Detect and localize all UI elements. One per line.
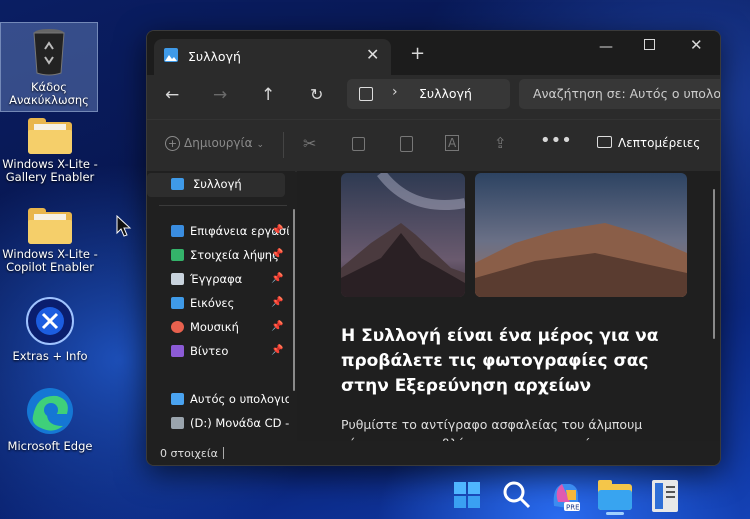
mountain-photo-night (341, 173, 465, 297)
desktop-icon-gallery-enabler[interactable]: Windows X-Lite - Gallery Enabler (0, 118, 100, 184)
sidebar-item-label: Συλλογή (193, 177, 242, 191)
sidebar-item-label: Μουσική (190, 320, 239, 334)
sidebar-item-label: Στοιχεία λήψης (190, 248, 279, 262)
up-arrow-icon[interactable]: ↑ (261, 85, 275, 105)
command-bar: + Δημιουργία ⌄ ✂ A ⇪ ••• Λεπτομέρειες (147, 119, 720, 172)
sidebar-item-label: Βίντεο (190, 344, 229, 358)
desktop-icon-label: Extras + Info (12, 349, 88, 363)
tab-title: Συλλογή (188, 49, 241, 64)
chevron-down-icon: ⌄ (256, 140, 265, 150)
desktop-icon-recycle-bin[interactable]: Κάδος Ανακύκλωσης (0, 22, 98, 112)
desktop-icon-extras[interactable]: Extras + Info (0, 296, 100, 363)
divider (283, 132, 284, 158)
download-icon (171, 249, 184, 261)
copilot-icon[interactable]: PRE (550, 480, 582, 516)
new-button[interactable]: + Δημιουργία ⌄ (165, 136, 264, 151)
start-icon[interactable] (454, 482, 480, 512)
file-explorer-window: Συλλογή ✕ + — ✕ ← → ↑ ↻ › Συλλογή Αναζήτ… (146, 30, 721, 466)
item-count: 0 στοιχεία (160, 447, 218, 460)
file-explorer-taskbar-icon[interactable] (598, 480, 632, 515)
extras-icon (25, 296, 75, 346)
video-icon (171, 345, 184, 357)
forward-arrow-icon[interactable]: → (213, 85, 227, 105)
gallery-description: Ρυθμίστε το αντίγραφο ασφαλείας του άλμπ… (341, 417, 643, 441)
more-options-icon[interactable]: ••• (540, 130, 572, 151)
details-label: Λεπτομέρειες (618, 136, 701, 150)
gallery-icon (164, 48, 178, 62)
music-icon (171, 321, 184, 333)
details-button[interactable]: Λεπτομέρειες (597, 136, 700, 150)
gallery-icon (171, 178, 184, 190)
address-text: Συλλογή (419, 86, 472, 101)
pin-icon: 📌 (271, 345, 284, 356)
navigation-bar: ← → ↑ ↻ › Συλλογή Αναζήτηση σε: Αυτός ο … (147, 75, 720, 119)
edge-icon (25, 386, 75, 436)
details-pane-icon (597, 136, 612, 148)
chevron-right-icon: › (392, 84, 398, 100)
share-icon[interactable]: ⇪ (494, 134, 507, 152)
plus-circle-icon: + (165, 136, 180, 151)
desktop-icon-label: Microsoft Edge (7, 439, 93, 453)
paste-icon[interactable] (400, 136, 413, 152)
folder-icon (28, 118, 72, 154)
pin-icon: 📌 (271, 297, 284, 308)
desktop-icon-label: Windows X-Lite - Gallery Enabler (2, 157, 98, 184)
pin-icon: 📌 (271, 321, 284, 332)
sidebar-item-label: (D:) Μονάδα CD - (190, 416, 289, 430)
copy-icon[interactable] (352, 137, 365, 151)
pictures-icon (171, 297, 184, 309)
gallery-heading: Η Συλλογή είναι ένα μέρος για να προβάλε… (341, 326, 659, 396)
refresh-icon[interactable]: ↻ (310, 85, 323, 104)
maximize-icon[interactable] (644, 39, 655, 50)
svg-text:PRE: PRE (566, 504, 580, 512)
new-tab-icon[interactable]: + (410, 43, 425, 64)
new-button-label: Δημιουργία (184, 136, 253, 150)
desktop-icon-label: Κάδος Ανακύκλωσης (9, 80, 89, 107)
app-icon[interactable] (652, 480, 678, 516)
desktop-icon-copilot-enabler[interactable]: Windows X-Lite - Copilot Enabler (0, 208, 100, 274)
active-indicator (606, 512, 624, 515)
divider (223, 447, 224, 459)
close-window-icon[interactable]: ✕ (690, 36, 703, 54)
tab-bar: Συλλογή ✕ + — ✕ (147, 31, 720, 75)
cut-icon[interactable]: ✂ (303, 134, 316, 153)
back-arrow-icon[interactable]: ← (165, 85, 179, 105)
cd-drive-icon (171, 417, 184, 429)
sidebar-item-label: Εικόνες (190, 296, 235, 310)
desktop-icon-edge[interactable]: Microsoft Edge (0, 386, 100, 453)
desktop-icon (171, 225, 184, 237)
gallery-icon (359, 87, 373, 101)
content-scrollbar[interactable] (713, 189, 715, 339)
tab-close-icon[interactable]: ✕ (366, 45, 379, 64)
search-placeholder: Αναζήτηση σε: Αυτός ο υπολογιστής (533, 86, 721, 101)
address-bar[interactable]: › Συλλογή (347, 79, 510, 109)
pin-icon: 📌 (271, 249, 284, 260)
sidebar-item-this-pc[interactable]: Αυτός ο υπολογιστής (171, 389, 289, 409)
pin-icon: 📌 (271, 225, 284, 236)
mountain-photo-sunset (475, 173, 687, 297)
computer-icon (171, 393, 184, 405)
search-input[interactable]: Αναζήτηση σε: Αυτός ο υπολογιστής (519, 79, 721, 109)
tab-gallery[interactable]: Συλλογή ✕ (154, 39, 391, 75)
search-icon[interactable] (502, 480, 532, 514)
status-bar: 0 στοιχεία (147, 441, 720, 465)
document-icon (171, 273, 184, 285)
sidebar-item-cd-drive[interactable]: (D:) Μονάδα CD - (171, 413, 289, 433)
rename-icon[interactable]: A (445, 135, 460, 151)
sidebar-scrollbar[interactable] (293, 209, 295, 391)
minimize-icon[interactable]: — (599, 39, 613, 55)
sidebar-item-label: Έγγραφα (190, 272, 243, 286)
folder-icon (28, 208, 72, 244)
sidebar-item-label: Αυτός ο υπολογιστής (190, 392, 289, 406)
desktop-icon-label: Windows X-Lite - Copilot Enabler (2, 247, 98, 274)
sidebar-item-gallery[interactable]: Συλλογή (147, 173, 285, 197)
divider (159, 205, 287, 206)
pin-icon: 📌 (271, 273, 284, 284)
mouse-cursor-icon (116, 214, 132, 241)
recycle-bin-icon (31, 27, 67, 77)
gallery-content: Η Συλλογή είναι ένα μέρος για να προβάλε… (297, 171, 720, 441)
navigation-pane: Συλλογή Επιφάνεια εργασίας 📌 Στοιχεία λή… (147, 171, 295, 441)
